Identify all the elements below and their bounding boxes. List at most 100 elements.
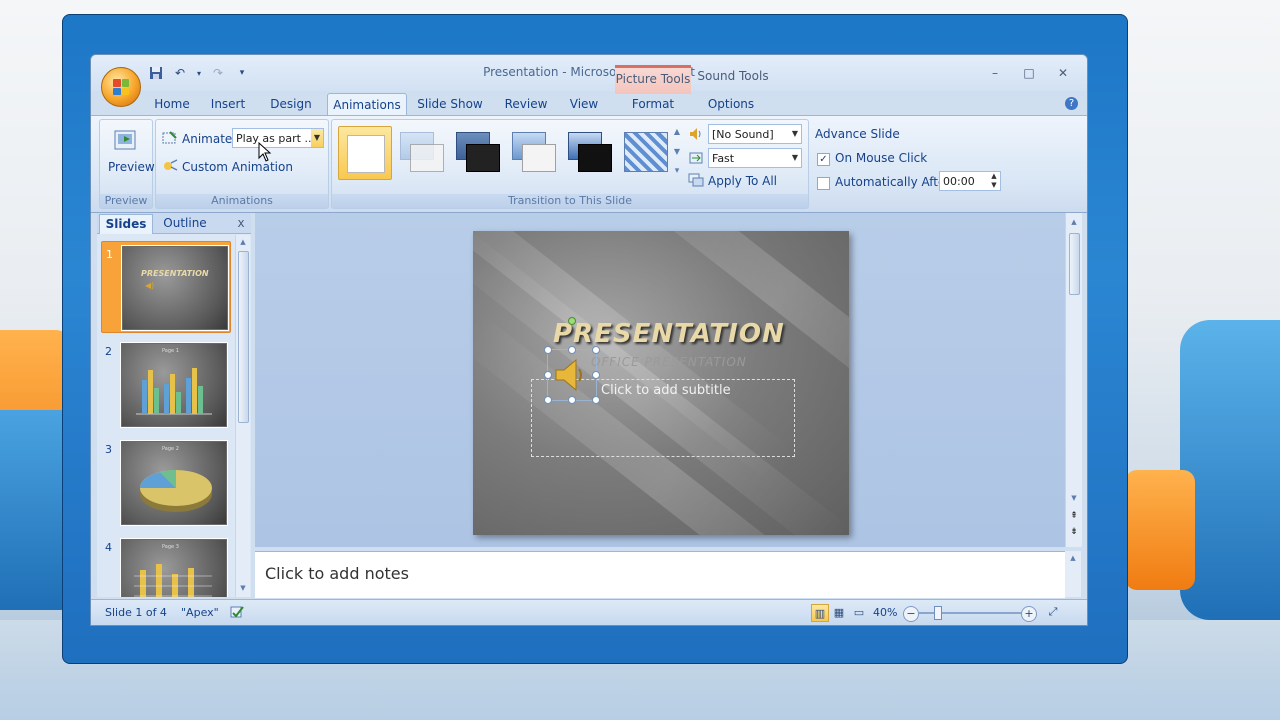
help-icon[interactable]: ? — [1065, 97, 1078, 110]
mouse-cursor-icon — [258, 142, 272, 162]
theme-name: "Apex" — [181, 606, 219, 619]
spell-check-icon[interactable] — [229, 604, 245, 620]
transition-none[interactable] — [338, 126, 392, 180]
animate-dropdown[interactable]: Play as part ... ▼ — [232, 128, 324, 148]
resize-handle[interactable] — [592, 371, 600, 379]
scroll-down-icon[interactable]: ▼ — [1069, 493, 1079, 503]
undo-icon[interactable]: ↶ — [171, 65, 189, 81]
transition-speed-dropdown[interactable]: Fast ▼ — [708, 148, 802, 168]
close-button[interactable]: ✕ — [1049, 65, 1077, 83]
gallery-down-icon[interactable]: ▼ — [672, 144, 682, 158]
preview-button-label[interactable]: Preview — [108, 160, 155, 174]
tab-slide-show[interactable]: Slide Show — [415, 93, 485, 115]
chevron-down-icon[interactable]: ▼ — [311, 129, 323, 147]
slide-thumbnail-4[interactable]: 4 Page 3 — [101, 535, 229, 597]
apply-to-all-button[interactable]: Apply To All — [708, 174, 777, 188]
slide-thumbnail-2[interactable]: 2 Page 1 — [101, 339, 229, 429]
gallery-up-icon[interactable]: ▲ — [672, 124, 682, 138]
slide-show-view-icon[interactable]: ▭ — [851, 604, 867, 620]
custom-animation-button[interactable]: Custom Animation — [182, 160, 293, 174]
notes-scrollbar[interactable]: ▲ — [1065, 551, 1081, 597]
resize-handle[interactable] — [568, 346, 576, 354]
tab-design[interactable]: Design — [265, 93, 317, 115]
pie-chart-icon — [140, 470, 212, 512]
next-slide-icon[interactable]: ⇟ — [1069, 527, 1079, 537]
preview-group-label: Preview — [100, 194, 152, 208]
previous-slide-icon[interactable]: ⇞ — [1069, 511, 1079, 521]
resize-handle[interactable] — [544, 346, 552, 354]
editing-area-scrollbar[interactable]: ▲ ▼ ⇞ ⇟ — [1065, 213, 1082, 547]
notes-pane[interactable]: Click to add notes — [255, 551, 1065, 598]
on-mouse-click-label[interactable]: On Mouse Click — [835, 151, 927, 165]
tab-view[interactable]: View — [563, 93, 605, 115]
redo-icon[interactable]: ↷ — [209, 65, 227, 81]
zoom-out-icon[interactable]: − — [903, 606, 919, 622]
zoom-in-icon[interactable]: + — [1021, 606, 1037, 622]
tab-home[interactable]: Home — [149, 93, 195, 115]
transition-fade-smoothly[interactable] — [396, 126, 448, 178]
customize-qat-icon[interactable]: ▾ — [233, 65, 251, 81]
transition-fade-through-black[interactable] — [452, 126, 504, 178]
preview-icon[interactable] — [112, 128, 140, 154]
chevron-down-icon[interactable]: ▼ — [789, 149, 801, 167]
slide-thumbnail-3[interactable]: 3 Page 2 — [101, 437, 229, 527]
scroll-up-icon[interactable]: ▲ — [1069, 217, 1079, 227]
current-slide[interactable]: PRESENTATION OFFICE PRESENTATION Click t… — [473, 231, 849, 535]
minimize-button[interactable]: – — [981, 65, 1009, 83]
zoom-slider-thumb[interactable] — [934, 606, 942, 620]
slide-thumbnail-1[interactable]: 1 PRESENTATION ◀) — [101, 241, 231, 333]
scrollbar-thumb[interactable] — [1069, 233, 1080, 295]
fit-to-window-icon[interactable]: ⤢ — [1045, 604, 1061, 620]
tab-outline[interactable]: Outline — [159, 214, 211, 233]
resize-handle[interactable] — [544, 371, 552, 379]
scroll-up-icon[interactable]: ▲ — [1068, 553, 1078, 563]
sound-object[interactable] — [547, 349, 597, 401]
desktop-decor — [1180, 320, 1280, 620]
resize-handle[interactable] — [568, 396, 576, 404]
zoom-level[interactable]: 40% — [873, 606, 897, 619]
undo-dropdown-icon[interactable]: ▾ — [195, 65, 203, 81]
tab-format[interactable]: Format — [625, 93, 681, 115]
scroll-up-icon[interactable]: ▲ — [238, 237, 248, 247]
transition-cut-through-black[interactable] — [564, 126, 616, 178]
normal-view-icon[interactable]: ▥ — [811, 604, 829, 622]
tab-options[interactable]: Options — [701, 93, 761, 115]
notes-placeholder[interactable]: Click to add notes — [265, 564, 409, 583]
automatically-after-label[interactable]: Automatically After: — [835, 175, 954, 189]
thumb-title: Page 2 — [162, 446, 179, 452]
save-icon[interactable] — [147, 65, 165, 81]
resize-handle[interactable] — [592, 346, 600, 354]
slide-editing-area: PRESENTATION OFFICE PRESENTATION Click t… — [255, 213, 1065, 547]
transition-cut[interactable] — [508, 126, 560, 178]
slide-subtitle-art: OFFICE PRESENTATION — [591, 355, 747, 369]
scrollbar-thumb[interactable] — [238, 251, 249, 423]
automatically-after-time-input[interactable]: 00:00 ▲ ▼ — [939, 171, 1001, 191]
slide-number: 1 — [106, 248, 113, 261]
rotate-handle[interactable] — [568, 317, 576, 325]
tab-review[interactable]: Review — [501, 93, 551, 115]
office-button[interactable] — [101, 67, 141, 107]
maximize-button[interactable]: □ — [1015, 65, 1043, 83]
slide-counter: Slide 1 of 4 — [105, 606, 167, 619]
tab-insert[interactable]: Insert — [205, 93, 251, 115]
transition-dissolve[interactable] — [620, 126, 672, 178]
automatically-after-checkbox[interactable] — [817, 177, 830, 190]
animations-group-label: Animations — [156, 194, 328, 208]
sound-icon: ◀) — [145, 281, 155, 290]
on-mouse-click-checkbox[interactable]: ✓ — [817, 153, 830, 166]
slide-title[interactable]: PRESENTATION — [553, 319, 785, 349]
slides-pane-scrollbar[interactable]: ▲ ▼ — [235, 235, 250, 597]
apply-to-all-icon — [688, 172, 704, 188]
gallery-more-icon[interactable]: ▾ — [672, 164, 682, 178]
resize-handle[interactable] — [592, 396, 600, 404]
slide-sorter-view-icon[interactable]: ▦ — [831, 604, 847, 620]
resize-handle[interactable] — [544, 396, 552, 404]
chevron-down-icon[interactable]: ▼ — [789, 125, 801, 143]
tab-slides[interactable]: Slides — [99, 214, 153, 234]
close-pane-button[interactable]: x — [235, 214, 247, 233]
subtitle-placeholder[interactable]: Click to add subtitle — [601, 383, 731, 398]
spinner-icon[interactable]: ▲ ▼ — [988, 172, 1000, 190]
tab-animations[interactable]: Animations — [327, 93, 407, 116]
transition-sound-dropdown[interactable]: [No Sound] ▼ — [708, 124, 802, 144]
scroll-down-icon[interactable]: ▼ — [238, 583, 248, 593]
